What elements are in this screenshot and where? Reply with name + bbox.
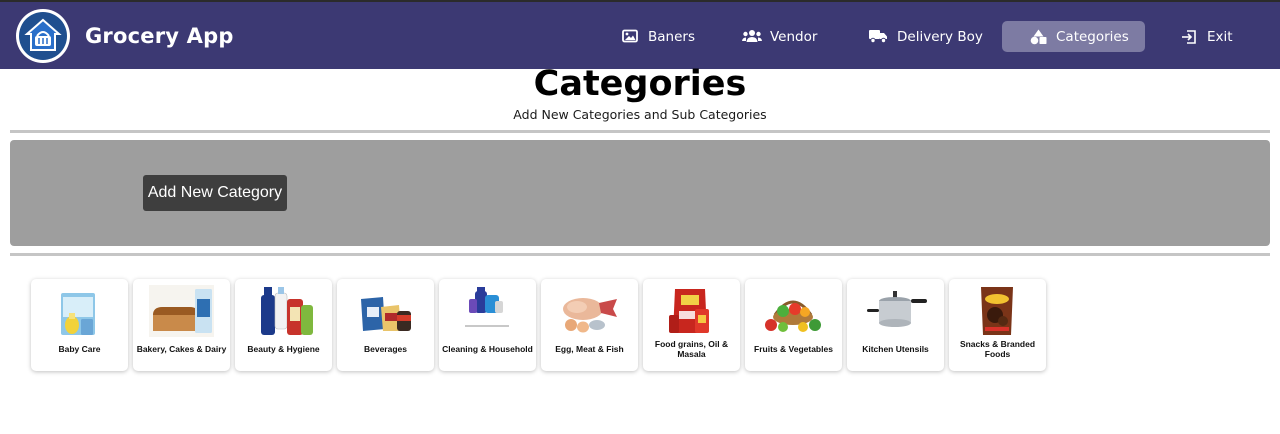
category-card-kitchen-utensils[interactable]: Kitchen Utensils — [847, 279, 944, 371]
fruits-vegetables-image — [761, 285, 826, 337]
divider — [10, 130, 1270, 133]
image-icon — [622, 29, 642, 45]
category-label: Food grains, Oil & Masala — [654, 339, 729, 359]
nav-vendor[interactable]: Vendor — [742, 21, 817, 52]
nav-exit[interactable]: Exit — [1181, 21, 1233, 52]
category-card-bakery[interactable]: Bakery, Cakes & Dairy — [133, 279, 230, 371]
category-label: Baby Care — [58, 344, 101, 355]
nav-label: Categories — [1056, 28, 1129, 45]
baby-care-image — [47, 285, 112, 337]
nav-label: Exit — [1207, 28, 1233, 45]
page-subtitle: Add New Categories and Sub Categories — [513, 107, 767, 122]
divider — [10, 253, 1270, 256]
add-new-category-button[interactable]: Add New Category — [143, 175, 287, 211]
category-card-snacks-branded[interactable]: Snacks & Branded Foods — [949, 279, 1046, 371]
nav-label: Delivery Boy — [897, 28, 983, 45]
category-card-beverages[interactable]: Beverages — [337, 279, 434, 371]
top-navbar: Grocery App Baners Vendor Delivery Boy C… — [0, 0, 1280, 69]
beauty-hygiene-image — [251, 285, 316, 337]
category-label: Egg, Meat & Fish — [555, 344, 624, 355]
exit-icon — [1181, 29, 1201, 45]
category-card-fruits-vegetables[interactable]: Fruits & Vegetables — [745, 279, 842, 371]
nav-label: Baners — [648, 28, 695, 45]
users-icon — [742, 29, 764, 45]
app-title: Grocery App — [85, 24, 234, 48]
truck-icon — [869, 29, 891, 45]
category-grid: Baby Care Bakery, Cakes & Dairy Beauty &… — [31, 279, 1046, 371]
app-logo[interactable] — [16, 9, 70, 63]
beverages-image — [353, 285, 418, 337]
category-card-cleaning-household[interactable]: Cleaning & Household — [439, 279, 536, 371]
nav-delivery-boy[interactable]: Delivery Boy — [869, 21, 983, 52]
category-label: Kitchen Utensils — [862, 344, 929, 355]
nav-banners[interactable]: Baners — [622, 21, 695, 52]
shapes-icon — [1030, 29, 1050, 45]
nav-categories[interactable]: Categories — [1002, 21, 1145, 52]
category-label: Beauty & Hygiene — [247, 344, 320, 355]
basket-logo-icon — [19, 12, 67, 60]
category-card-egg-meat-fish[interactable]: Egg, Meat & Fish — [541, 279, 638, 371]
food-grains-image — [659, 285, 724, 337]
category-label: Beverages — [363, 344, 407, 355]
category-label: Cleaning & Household — [442, 344, 533, 355]
snacks-branded-image — [965, 285, 1030, 337]
category-label: Snacks & Branded Foods — [959, 339, 1036, 359]
action-panel: Add New Category — [10, 140, 1270, 246]
bakery-image — [149, 285, 214, 337]
category-card-baby-care[interactable]: Baby Care — [31, 279, 128, 371]
egg-meat-fish-image — [557, 285, 622, 337]
cleaning-household-image — [455, 285, 520, 337]
category-label: Bakery, Cakes & Dairy — [136, 344, 227, 355]
category-card-beauty-hygiene[interactable]: Beauty & Hygiene — [235, 279, 332, 371]
page-title: Categories — [533, 64, 747, 104]
kitchen-utensils-image — [863, 285, 928, 337]
nav-label: Vendor — [770, 28, 818, 45]
category-label: Fruits & Vegetables — [754, 344, 833, 355]
category-card-food-grains[interactable]: Food grains, Oil & Masala — [643, 279, 740, 371]
